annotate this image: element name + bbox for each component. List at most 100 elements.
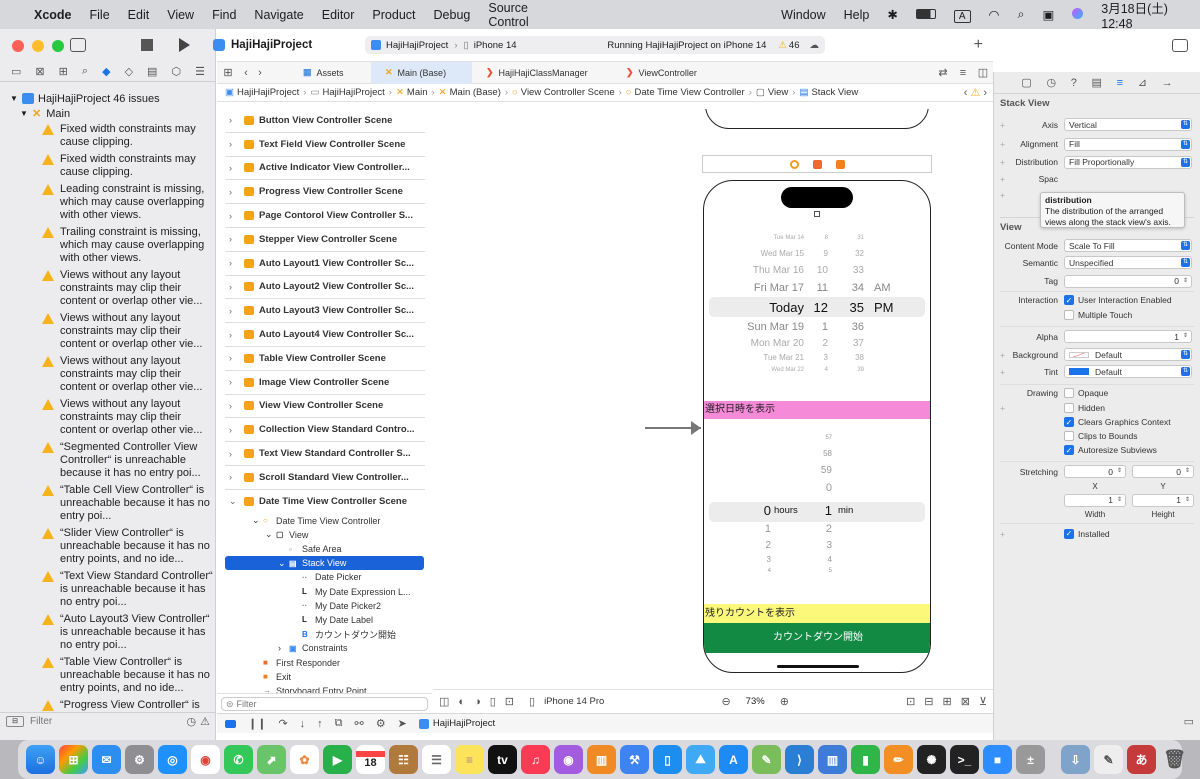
warning-icon[interactable]: ⚠ [778, 40, 787, 51]
filter-options-icon[interactable]: ⊟ [6, 716, 24, 727]
exit-icon[interactable] [835, 159, 845, 169]
debug-navigator-icon[interactable]: ▤ [147, 65, 157, 78]
update-frames-icon[interactable]: ⊡ [906, 695, 915, 708]
numbers-editor-icon[interactable]: ✎ [752, 745, 781, 774]
breadcrumb-item[interactable]: › ✕ Main [385, 87, 428, 98]
downloads-icon[interactable]: ⇩ [1061, 745, 1090, 774]
file-inspector-icon[interactable]: ▢ [1021, 76, 1031, 89]
menu-find[interactable]: Find [203, 8, 245, 22]
stretch-x-field[interactable]: 0 ⇕ [1064, 465, 1126, 478]
pause-icon[interactable]: ❙❙ [248, 717, 266, 730]
refresh-icon[interactable]: ⇄ [933, 66, 953, 79]
outline-item[interactable]: L My Date Label [217, 613, 432, 627]
countdown-start-button[interactable]: カウントダウン開始 [704, 623, 930, 653]
breadcrumb-item[interactable]: › ▢ View [745, 87, 789, 98]
pages-icon[interactable]: ✏ [884, 745, 913, 774]
wifi-icon[interactable]: ◠ [980, 7, 1009, 22]
stop-icon[interactable] [141, 39, 153, 51]
test-navigator-icon[interactable]: ◇ [125, 65, 133, 78]
alpha-field[interactable]: 1 ⇕ [1064, 330, 1192, 343]
outline-item[interactable]: ·· My Date Picker2 [217, 599, 432, 613]
split-editor-icon[interactable]: ◫ [973, 66, 993, 79]
breadcrumb-item[interactable]: › ✕ Main (Base) [428, 87, 501, 98]
menu-window[interactable]: Window [772, 8, 834, 22]
issue-row[interactable]: Views without any layout constraints may… [0, 310, 216, 353]
terminal-icon[interactable]: >_ [950, 745, 979, 774]
outline-item[interactable]: › ▣ Constraints [217, 641, 432, 655]
breadcrumb-item[interactable]: › ▭ HajiHajiProject [299, 87, 384, 98]
breadcrumb-item[interactable]: ▣ HajiHajiProject [225, 87, 299, 98]
user-interaction-checkbox[interactable]: ✓ [1064, 295, 1074, 305]
breakpoint-navigator-icon[interactable]: ⬡ [171, 65, 181, 78]
hidden-checkbox[interactable] [1064, 403, 1074, 413]
chevron-right-icon[interactable]: › [229, 163, 241, 173]
symbol-navigator-icon[interactable]: ⊞ [59, 65, 68, 78]
chevron-down-icon[interactable]: ⌄ [278, 558, 289, 569]
device-config-label[interactable]: iPhone 14 Pro [544, 696, 604, 707]
issue-group-row[interactable]: ▼ ✕ Main [0, 106, 216, 121]
issue-row[interactable]: Trailing constraint is missing, which ma… [0, 224, 216, 267]
outline-item[interactable]: ▫ Safe Area [217, 542, 432, 556]
scene-row[interactable]: › Table View Controller Scene [225, 347, 425, 371]
size-inspector-icon[interactable]: ⊿ [1138, 76, 1147, 89]
scene-row[interactable]: › Auto Layout3 View Controller Sc... [225, 299, 425, 324]
mail-icon[interactable]: ✉ [92, 745, 121, 774]
chevron-right-icon[interactable]: › [229, 472, 241, 482]
bluetooth-icon[interactable]: ✱ [878, 7, 906, 22]
warning-count[interactable]: 46 [789, 40, 800, 51]
tag-field[interactable]: 0 ⇕ [1064, 274, 1192, 288]
recent-filter-icon[interactable]: ◷ [187, 715, 197, 728]
cloud-icon[interactable]: ☁ [810, 40, 820, 51]
zoom-in-icon[interactable]: ⊕ [780, 695, 789, 708]
view-controller-icon[interactable] [789, 159, 799, 169]
issue-row[interactable]: “Table Cell View Controller“ is unreacha… [0, 482, 216, 525]
align-icon[interactable]: ⊟ [924, 695, 933, 708]
content-mode-popup[interactable]: Scale To Fill ⇅ [1064, 239, 1192, 252]
chevron-right-icon[interactable]: › [229, 187, 241, 197]
scene-row[interactable]: › Text Field View Controller Scene [225, 133, 425, 157]
issue-row[interactable]: Fixed width constraints may cause clippi… [0, 121, 216, 151]
scene-row[interactable]: › Auto Layout4 View Controller Sc... [225, 323, 425, 347]
issue-row[interactable]: “Auto Layout3 View Controller“ is unreac… [0, 611, 216, 654]
outline-filter-input[interactable] [236, 699, 407, 709]
navigator-filter-input[interactable] [30, 716, 187, 727]
menu-debug[interactable]: Debug [425, 8, 480, 22]
dark-mode-icon[interactable]: ◑ [474, 696, 481, 708]
alignment-popup[interactable]: Fill ⇅ [1064, 137, 1192, 151]
outline-item[interactable]: ⌄ ▤ Stack View [225, 556, 424, 571]
appearance-icon[interactable]: ◐ [458, 696, 465, 708]
device-preview-icon[interactable]: ▯ [529, 695, 535, 708]
menu-help[interactable]: Help [835, 8, 879, 22]
preview-icon[interactable]: ⛰ [686, 745, 715, 774]
menu-product[interactable]: Product [363, 8, 424, 22]
chatgpt-icon[interactable]: ✺ [917, 745, 946, 774]
scene-row[interactable]: › Active Indicator View Controller... [225, 157, 425, 181]
menu-app-name[interactable]: Xcode [25, 8, 81, 22]
control-center-icon[interactable]: ▣ [1033, 7, 1063, 22]
trash-icon[interactable]: 🗑 [1160, 745, 1189, 774]
scene-row[interactable]: › Progress View Controller Scene [225, 180, 425, 205]
minimize-window-button[interactable] [32, 40, 44, 52]
messages-icon[interactable]: ✆ [224, 745, 253, 774]
source-control-icon[interactable]: ⊠ [35, 65, 44, 78]
chevron-down-icon[interactable]: ⌄ [229, 496, 241, 507]
issue-row[interactable]: Views without any layout constraints may… [0, 353, 216, 396]
scene-row[interactable]: › Auto Layout1 View Controller Sc... [225, 252, 425, 276]
launchpad-icon[interactable]: ⊞ [59, 745, 88, 774]
chevron-right-icon[interactable]: › [229, 258, 241, 268]
attributes-inspector-icon[interactable]: ≡ [1117, 77, 1123, 89]
back-icon[interactable]: ‹ [239, 67, 253, 79]
outline-toggle-icon[interactable]: ◫ [439, 695, 449, 708]
chevron-right-icon[interactable]: › [229, 425, 241, 435]
location-icon[interactable]: ➤ [398, 717, 407, 730]
chevron-right-icon[interactable]: › [229, 115, 241, 125]
outline-item[interactable]: L My Date Expression L... [217, 584, 432, 598]
connections-inspector-icon[interactable]: → [1162, 77, 1173, 89]
clips-bounds-checkbox[interactable] [1064, 431, 1074, 441]
resize-handle[interactable] [814, 211, 820, 217]
editor-tab[interactable]: ❯ HajiHajiClassManager [472, 62, 612, 84]
finder-icon[interactable]: ☺ [26, 745, 55, 774]
memory-graph-icon[interactable]: ⚯ [355, 717, 364, 730]
outline-item[interactable]: ⌄ ○ Date Time View Controller [217, 514, 432, 528]
simulator-icon[interactable]: ▯ [653, 745, 682, 774]
